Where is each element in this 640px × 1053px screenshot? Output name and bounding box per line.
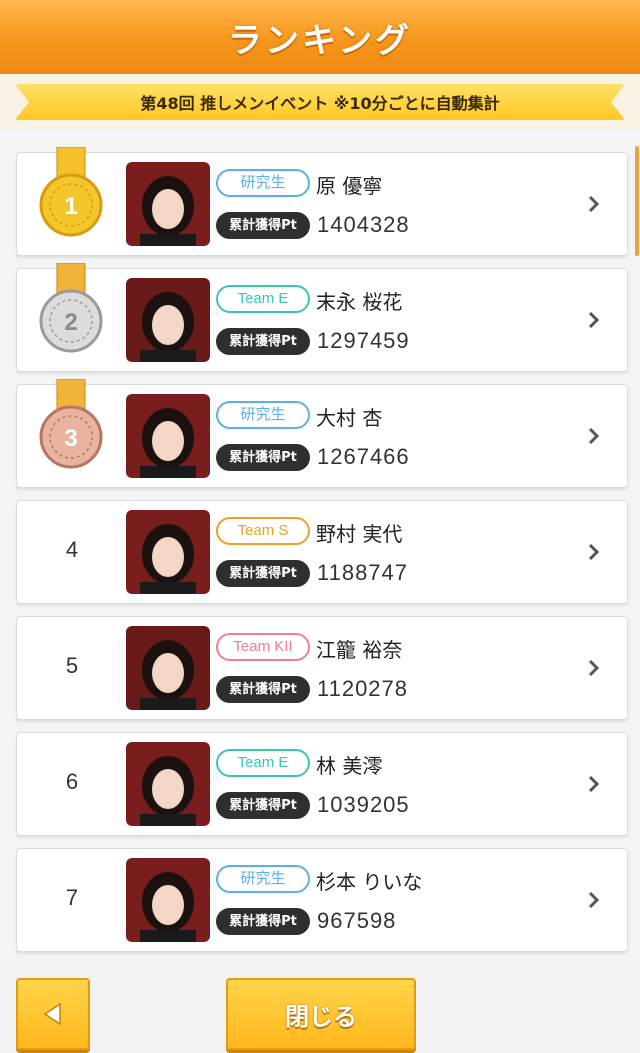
ranking-row[interactable]: 4 Team S 野村 実代 累計獲得Pt 1188747 (16, 500, 628, 604)
team-badge: Team KII (216, 633, 310, 661)
member-photo (126, 278, 210, 362)
member-photo (126, 510, 210, 594)
points-value: 1267466 (317, 444, 410, 469)
points-value: 1404328 (317, 212, 410, 237)
team-badge: Team S (216, 517, 310, 545)
points-value: 967598 (317, 908, 397, 933)
rank-number: 5 (65, 653, 79, 678)
chevron-right-icon[interactable] (587, 891, 601, 909)
points-label: 累計獲得Pt (216, 444, 310, 471)
points-value: 1188747 (317, 560, 409, 585)
chevron-right-icon[interactable] (587, 195, 601, 213)
back-button[interactable] (16, 978, 90, 1050)
event-banner: 第48回 推しメンイベント ※10分ごとに自動集計 (15, 84, 625, 120)
ranking-row[interactable]: 5 Team KII 江籠 裕奈 累計獲得Pt 1120278 (16, 616, 628, 720)
points-label: 累計獲得Pt (216, 328, 310, 355)
rank-number: 6 (65, 769, 79, 794)
member-photo (126, 394, 210, 478)
subheader: 第48回 推しメンイベント ※10分ごとに自動集計 (0, 74, 640, 130)
points-label: 累計獲得Pt (216, 560, 310, 587)
close-button[interactable]: 閉じる (226, 978, 416, 1050)
footer-bar: 閉じる (0, 960, 640, 1053)
chevron-right-icon[interactable] (587, 543, 601, 561)
points-label: 累計獲得Pt (216, 908, 310, 935)
ranking-row[interactable]: 6 Team E 林 美澪 累計獲得Pt 1039205 (16, 732, 628, 836)
page-title: ランキング (228, 20, 412, 61)
member-photo (126, 742, 210, 826)
svg-text:1: 1 (64, 193, 77, 220)
points-value: 1297459 (317, 328, 410, 353)
ranking-list[interactable]: 1 研究生 原 優寧 累計獲得Pt 1404328 2 Team E 末永 桜花… (0, 130, 640, 960)
points-label: 累計獲得Pt (216, 792, 310, 819)
member-photo (126, 162, 210, 246)
member-photo (126, 626, 210, 710)
bronze-medal-icon: 3 (37, 378, 105, 471)
member-name: 野村 実代 (316, 522, 403, 546)
points-label: 累計獲得Pt (216, 212, 310, 239)
rank-number: 4 (65, 537, 79, 562)
member-name: 末永 桜花 (316, 290, 403, 314)
header-bar: ランキング (0, 0, 640, 74)
member-photo (126, 858, 210, 942)
team-badge: 研究生 (216, 865, 310, 893)
ranking-row[interactable]: 2 Team E 末永 桜花 累計獲得Pt 1297459 (16, 262, 628, 372)
points-label: 累計獲得Pt (216, 676, 310, 703)
chevron-right-icon[interactable] (587, 775, 601, 793)
team-badge: Team E (216, 749, 310, 777)
rank-number: 7 (65, 885, 79, 910)
team-badge: 研究生 (216, 169, 310, 197)
team-badge: 研究生 (216, 401, 310, 429)
ranking-row[interactable]: 7 研究生 杉本 りいな 累計獲得Pt 967598 (16, 848, 628, 952)
ranking-row[interactable]: 3 研究生 大村 杏 累計獲得Pt 1267466 (16, 378, 628, 488)
points-value: 1120278 (317, 676, 409, 701)
event-banner-text: 第48回 推しメンイベント ※10分ごとに自動集計 (140, 94, 500, 113)
close-button-label: 閉じる (285, 1002, 357, 1031)
ranking-row[interactable]: 1 研究生 原 優寧 累計獲得Pt 1404328 (16, 146, 628, 256)
member-name: 大村 杏 (316, 406, 383, 430)
chevron-right-icon[interactable] (587, 659, 601, 677)
gold-medal-icon: 1 (37, 146, 105, 239)
scrollbar[interactable] (635, 146, 639, 256)
member-name: 江籠 裕奈 (316, 638, 403, 662)
chevron-right-icon[interactable] (587, 311, 601, 329)
chevron-right-icon[interactable] (587, 427, 601, 445)
team-badge: Team E (216, 285, 310, 313)
silver-medal-icon: 2 (37, 262, 105, 355)
svg-text:2: 2 (64, 309, 77, 336)
triangle-left-icon (43, 1002, 61, 1026)
member-name: 杉本 りいな (316, 870, 423, 894)
points-value: 1039205 (317, 792, 410, 817)
svg-text:3: 3 (64, 425, 77, 452)
member-name: 原 優寧 (316, 174, 383, 198)
member-name: 林 美澪 (316, 754, 383, 778)
